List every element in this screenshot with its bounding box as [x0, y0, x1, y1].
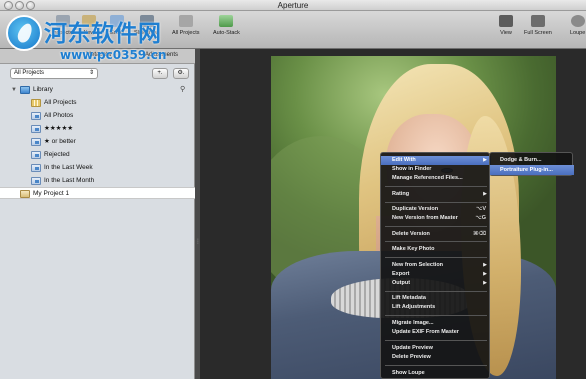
- menu-item-manage-referenced-files[interactable]: Manage Referenced Files...: [381, 174, 491, 183]
- menu-item-new-from-selection[interactable]: New from Selection ▶: [381, 261, 491, 270]
- submenu-arrow-icon: ▶: [483, 157, 487, 163]
- menu-separator: [385, 186, 487, 187]
- menu-separator: [385, 291, 487, 292]
- toolbar-view-button[interactable]: View: [499, 15, 513, 36]
- smart-album-icon: [31, 164, 41, 172]
- watermark-url: www.pc0359.cn: [60, 48, 167, 62]
- sidebar-item-rejected[interactable]: Rejected: [0, 149, 195, 161]
- submenu-item-portraiture-plugin[interactable]: Portraiture Plug-in...: [490, 165, 574, 175]
- album-icon: [31, 112, 41, 120]
- menu-item-edit-with[interactable]: Edit With ▶: [381, 156, 491, 165]
- title-bar: Aperture: [0, 0, 586, 11]
- smart-album-icon: [31, 125, 41, 133]
- project-icon: [20, 190, 30, 198]
- menu-item-make-key-photo[interactable]: Make Key Photo: [381, 245, 491, 254]
- library-row[interactable]: ▼ Library ⚲: [0, 84, 195, 96]
- loupe-icon: [570, 15, 585, 27]
- sidebar-item-last-month[interactable]: In the Last Month: [0, 175, 195, 187]
- sidebar-item-last-week[interactable]: In the Last Week: [0, 162, 195, 174]
- submenu-arrow-icon: ▶: [483, 280, 487, 286]
- context-menu: Edit With ▶ Show in Finder Manage Referen…: [380, 152, 491, 379]
- menu-item-update-preview[interactable]: Update Preview: [381, 344, 491, 353]
- menu-item-new-version-from-master[interactable]: New Version from Master ⌥G: [381, 214, 491, 223]
- smart-album-icon: [31, 177, 41, 185]
- add-button[interactable]: +.: [152, 68, 168, 79]
- menu-item-lift-metadata[interactable]: Lift Metadata: [381, 294, 491, 303]
- project-filter-select[interactable]: All Projects ⇕: [10, 68, 98, 79]
- menu-item-update-exif[interactable]: Update EXIF From Master: [381, 328, 491, 337]
- projects-sidebar: All Projects ⇕ +. ⚙. ▼ Library ⚲ All Pro…: [0, 64, 195, 379]
- view-icon: [499, 15, 513, 27]
- menu-item-delete-version[interactable]: Delete Version ⌘⌫: [381, 230, 491, 239]
- menu-item-export[interactable]: Export ▶: [381, 270, 491, 279]
- menu-item-delete-preview[interactable]: Delete Preview: [381, 353, 491, 362]
- toolbar-full-screen-button[interactable]: Full Screen: [524, 15, 552, 36]
- menu-item-rating[interactable]: Rating ▶: [381, 190, 491, 199]
- gear-button[interactable]: ⚙.: [173, 68, 189, 79]
- toolbar-auto-stack-button[interactable]: Auto-Stack: [213, 15, 240, 36]
- menu-separator: [385, 340, 487, 341]
- toolbar-loupe-button[interactable]: Loupe: [570, 15, 585, 36]
- search-icon[interactable]: ⚲: [180, 84, 185, 96]
- disclosure-triangle-icon[interactable]: ▼: [11, 84, 17, 96]
- menu-separator: [385, 226, 487, 227]
- menu-separator: [385, 365, 487, 366]
- auto-stack-icon: [219, 15, 234, 27]
- window-title: Aperture: [277, 1, 309, 10]
- menu-separator: [385, 315, 487, 316]
- library-icon: [20, 86, 30, 94]
- sidebar-item-all-photos[interactable]: All Photos: [0, 110, 195, 122]
- menu-item-output[interactable]: Output ▶: [381, 279, 491, 288]
- sidebar-item-my-project[interactable]: My Project 1: [0, 187, 195, 199]
- all-projects-icon: [178, 15, 193, 27]
- all-projects-icon: [31, 99, 41, 107]
- menu-item-show-loupe[interactable]: Show Loupe: [381, 369, 491, 378]
- watermark-title: 河东软件网: [44, 21, 162, 47]
- menu-item-lift-adjustments[interactable]: Lift Adjustments: [381, 303, 491, 312]
- menu-item-migrate-image[interactable]: Migrate Image...: [381, 319, 491, 328]
- menu-separator: [385, 241, 487, 242]
- menu-separator: [385, 257, 487, 258]
- full-screen-icon: [530, 15, 545, 27]
- sidebar-item-five-stars[interactable]: ★★★★★: [0, 123, 195, 135]
- submenu-item-dodge-burn[interactable]: Dodge & Burn...: [490, 155, 574, 165]
- toolbar-all-projects-button[interactable]: All Projects: [172, 15, 200, 36]
- smart-album-icon: [31, 151, 41, 159]
- edit-with-submenu: Dodge & Burn... Portraiture Plug-in...: [489, 152, 574, 176]
- submenu-arrow-icon: ▶: [483, 271, 487, 277]
- sidebar-item-one-star-or-better[interactable]: ★ or better: [0, 136, 195, 148]
- menu-item-show-in-finder[interactable]: Show in Finder: [381, 165, 491, 174]
- chevron-updown-icon: ⇕: [88, 70, 94, 76]
- submenu-arrow-icon: ▶: [483, 262, 487, 268]
- menu-separator: [385, 202, 487, 203]
- submenu-arrow-icon: ▶: [483, 191, 487, 197]
- sidebar-item-all-projects[interactable]: All Projects: [0, 97, 195, 109]
- watermark-logo: [6, 15, 42, 51]
- smart-album-icon: [31, 138, 41, 146]
- menu-item-duplicate-version[interactable]: Duplicate Version ⌥V: [381, 205, 491, 214]
